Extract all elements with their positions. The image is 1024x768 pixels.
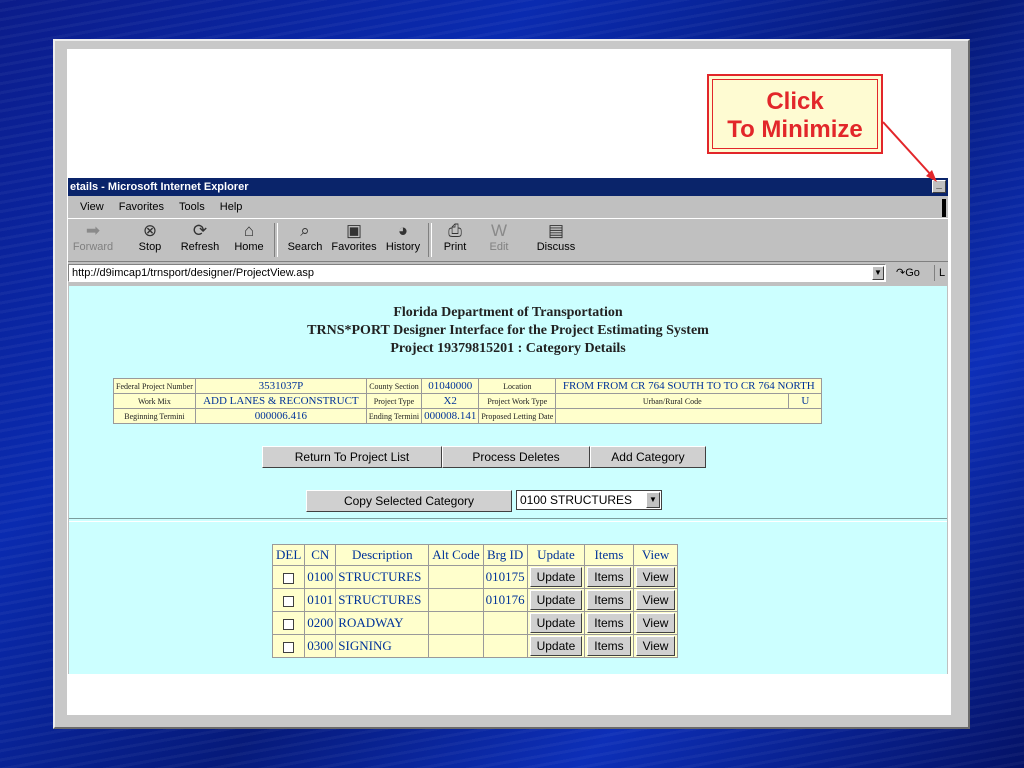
callout-arrow-line: [882, 121, 933, 177]
callout-arrow: [882, 121, 937, 182]
